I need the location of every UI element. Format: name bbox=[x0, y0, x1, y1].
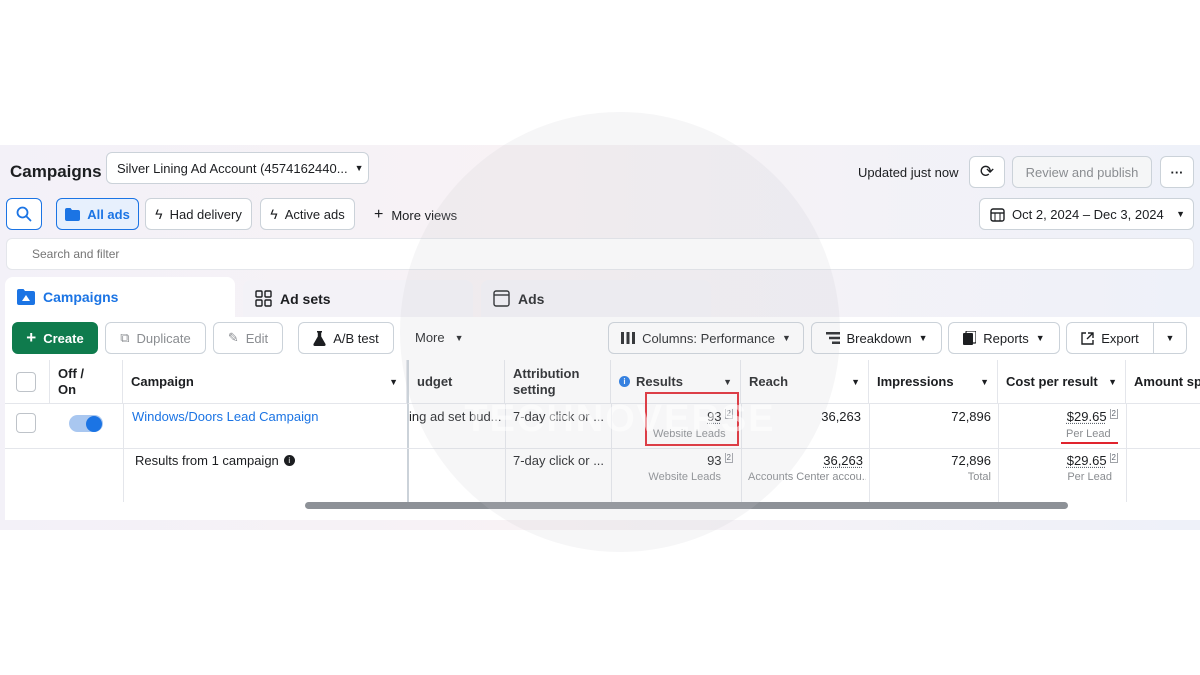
col-cost-label: Cost per result bbox=[1006, 374, 1098, 389]
cost-number[interactable]: $29.65 bbox=[1067, 409, 1107, 424]
plus-icon: + bbox=[374, 206, 384, 223]
ab-test-button[interactable]: A/B test bbox=[298, 322, 394, 354]
review-publish-button[interactable]: Review and publish bbox=[1012, 156, 1152, 188]
summary-impressions: 72,896 bbox=[951, 453, 991, 468]
refresh-icon: ⟳ bbox=[979, 162, 995, 181]
chevron-down-icon: ▼ bbox=[354, 163, 364, 173]
col-amount-spent[interactable]: Amount sp bbox=[1126, 360, 1200, 404]
flask-icon bbox=[313, 330, 326, 346]
campaign-name-link[interactable]: Windows/Doors Lead Campaign bbox=[132, 409, 318, 424]
search-icon bbox=[16, 206, 32, 222]
sort-down-icon: ▼ bbox=[851, 376, 860, 387]
watermark-logo bbox=[400, 112, 840, 552]
tab-campaigns[interactable]: Campaigns bbox=[5, 277, 235, 317]
campaign-toggle[interactable] bbox=[69, 415, 103, 432]
col-amount-label: Amount sp bbox=[1134, 374, 1200, 389]
impressions-value: 72,896 bbox=[951, 409, 991, 424]
col-campaign-label: Campaign bbox=[131, 374, 194, 389]
cost-highlight-underline bbox=[1061, 442, 1118, 444]
grid-icon bbox=[255, 290, 272, 307]
refresh-button[interactable]: ⟳ bbox=[969, 156, 1005, 188]
export-label: Export bbox=[1101, 330, 1139, 346]
page-title: Campaigns bbox=[10, 162, 102, 181]
select-all-checkbox[interactable] bbox=[16, 371, 36, 392]
col-off-on-label: Off / bbox=[58, 365, 84, 381]
duplicate-button[interactable]: ⧉ Duplicate bbox=[105, 322, 206, 354]
watermark-text: TECHNOVERSE bbox=[464, 398, 776, 440]
summary-impressions-type: Total bbox=[967, 471, 991, 483]
info-icon[interactable]: i bbox=[283, 455, 295, 466]
all-ads-view[interactable]: All ads bbox=[56, 198, 139, 230]
info-badge-icon: 2 bbox=[1109, 409, 1118, 419]
more-icon: ··· bbox=[1170, 164, 1184, 180]
edit-label: Edit bbox=[245, 330, 269, 346]
select-all-header bbox=[5, 360, 50, 404]
had-delivery-label: Had delivery bbox=[169, 206, 242, 222]
export-button[interactable]: Export bbox=[1066, 322, 1154, 354]
chevron-down-icon: ▼ bbox=[1165, 333, 1175, 343]
date-range-label: Oct 2, 2024 – Dec 3, 2024 bbox=[1012, 206, 1164, 222]
export-options-button[interactable]: ▼ bbox=[1153, 322, 1187, 354]
tab-campaigns-label: Campaigns bbox=[43, 289, 119, 305]
reports-button[interactable]: Reports ▼ bbox=[948, 322, 1060, 354]
cost-type: Per Lead bbox=[1066, 428, 1111, 440]
folder-icon bbox=[65, 207, 81, 221]
row-checkbox[interactable] bbox=[16, 413, 36, 433]
account-selector[interactable]: Silver Lining Ad Account (4574162440... … bbox=[106, 152, 369, 184]
toggle-knob bbox=[86, 415, 102, 432]
sort-down-icon: ▼ bbox=[980, 376, 989, 387]
duplicate-icon: ⧉ bbox=[120, 330, 130, 345]
lightning-icon: ϟ bbox=[155, 206, 163, 222]
summary-cost-number[interactable]: $29.65 bbox=[1067, 453, 1107, 468]
tab-ad-sets-label: Ad sets bbox=[280, 290, 331, 307]
plus-icon: + bbox=[26, 328, 37, 347]
ab-test-label: A/B test bbox=[333, 330, 379, 346]
search-button[interactable] bbox=[6, 198, 42, 230]
pencil-icon: ✎ bbox=[227, 330, 239, 345]
date-range-picker[interactable]: Oct 2, 2024 – Dec 3, 2024 ▼ bbox=[979, 198, 1194, 230]
updated-status: Updated just now bbox=[858, 165, 959, 180]
summary-cost: $29.65 2 bbox=[1002, 453, 1118, 468]
duplicate-label: Duplicate bbox=[136, 330, 191, 346]
chevron-down-icon: ▼ bbox=[1176, 209, 1185, 219]
summary-label: Results from 1 campaign i bbox=[135, 453, 295, 468]
create-label: Create bbox=[43, 330, 84, 346]
sort-down-icon: ▼ bbox=[389, 376, 398, 387]
col-cost-per-result[interactable]: Cost per result ▼ bbox=[998, 360, 1126, 404]
breakdown-label: Breakdown bbox=[846, 330, 912, 346]
campaign-folder-icon bbox=[17, 289, 35, 305]
active-ads-label: Active ads bbox=[284, 206, 345, 222]
reports-label: Reports bbox=[983, 330, 1029, 346]
summary-cost-type: Per Lead bbox=[1067, 471, 1112, 483]
account-name: Silver Lining Ad Account (4574162440... bbox=[117, 160, 348, 176]
sort-down-icon: ▼ bbox=[1108, 376, 1117, 387]
active-ads-view[interactable]: ϟ Active ads bbox=[260, 198, 355, 230]
summary-reach-number[interactable]: 36,263 bbox=[823, 453, 863, 468]
all-ads-label: All ads bbox=[87, 206, 130, 222]
col-off-on-label-2: On bbox=[58, 381, 77, 397]
calendar-icon bbox=[990, 207, 1005, 222]
more-options-button[interactable]: ··· bbox=[1160, 156, 1194, 188]
chevron-down-icon: ▼ bbox=[1035, 333, 1045, 343]
info-badge-icon: 2 bbox=[1109, 453, 1118, 463]
col-off-on[interactable]: Off / On bbox=[50, 360, 123, 404]
summary-text: Results from 1 campaign bbox=[135, 453, 279, 468]
col-impressions-label: Impressions bbox=[877, 374, 954, 389]
lightning-icon: ϟ bbox=[270, 206, 278, 222]
chevron-down-icon: ▼ bbox=[918, 333, 928, 343]
col-impressions[interactable]: Impressions ▼ bbox=[869, 360, 998, 404]
had-delivery-view[interactable]: ϟ Had delivery bbox=[145, 198, 252, 230]
edit-button[interactable]: ✎ Edit bbox=[213, 322, 283, 354]
col-campaign[interactable]: Campaign ▼ bbox=[123, 360, 407, 404]
export-icon bbox=[1081, 331, 1094, 345]
cost-value: $29.65 2 bbox=[1002, 409, 1118, 424]
reports-icon bbox=[963, 331, 977, 345]
create-button[interactable]: + Create bbox=[12, 322, 98, 354]
